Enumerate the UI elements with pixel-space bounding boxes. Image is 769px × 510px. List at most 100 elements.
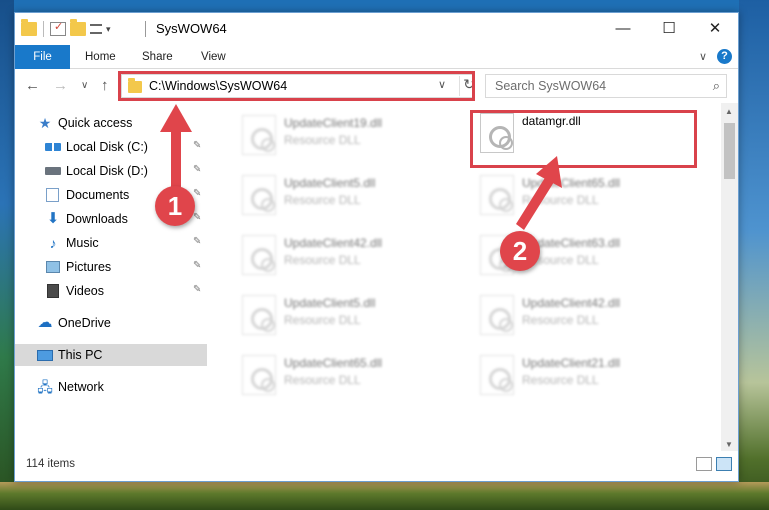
file-type: Resource DLL [284, 253, 361, 267]
vertical-scrollbar[interactable]: ▲ ▼ [721, 103, 738, 453]
sidebar-item-onedrive[interactable]: ☁ OneDrive [15, 312, 207, 334]
dll-file-icon [480, 175, 514, 215]
file-item[interactable]: UpdateClient65.dll Resource DLL [232, 349, 462, 405]
toolbar-divider [43, 21, 44, 37]
search-icon[interactable]: ⌕ [713, 78, 720, 94]
file-item[interactable]: UpdateClient42.dll Resource DLL [232, 229, 462, 285]
tab-home[interactable]: Home [71, 45, 130, 69]
maximize-button[interactable]: ☐ [646, 13, 692, 43]
file-item[interactable]: UpdateClient5.dll Resource DLL [232, 169, 462, 225]
pin-icon[interactable]: ✎ [193, 284, 201, 295]
tab-file[interactable]: File [15, 45, 70, 69]
properties-icon[interactable] [50, 20, 66, 36]
refresh-icon[interactable]: ↻ [459, 76, 475, 96]
file-name: UpdateClient5.dll [284, 296, 376, 310]
new-folder-icon[interactable] [70, 19, 86, 36]
sidebar-item-music[interactable]: ♪ Music ✎ [15, 232, 207, 254]
scroll-down-icon[interactable]: ▼ [725, 440, 733, 449]
file-type: Resource DLL [284, 373, 361, 387]
file-item-datamgr[interactable]: datamgr.dll [470, 107, 700, 163]
item-count: 114 items [26, 458, 76, 470]
search-input[interactable]: Search SysWOW64 [495, 79, 606, 93]
tab-share[interactable]: Share [128, 45, 187, 69]
sidebar-item-quick-access[interactable]: ★ Quick access [15, 112, 207, 134]
address-dropdown-icon[interactable]: ∨ [438, 78, 446, 91]
tab-view[interactable]: View [187, 45, 240, 69]
file-type: Resource DLL [284, 133, 361, 147]
sidebar-item-label: OneDrive [58, 316, 111, 330]
dll-file-icon [242, 235, 276, 275]
dll-file-icon [242, 295, 276, 335]
title-divider [145, 21, 146, 37]
file-type: Resource DLL [284, 193, 361, 207]
videos-icon [47, 284, 59, 298]
file-item[interactable]: UpdateClient42.dll Resource DLL [470, 289, 700, 345]
sidebar-item-local-disk-d[interactable]: Local Disk (D:) ✎ [15, 160, 207, 182]
view-toggle [696, 457, 732, 471]
dll-file-icon [242, 175, 276, 215]
search-box[interactable]: Search SysWOW64 ⌕ [485, 74, 727, 98]
documents-icon [46, 188, 59, 202]
music-icon: ♪ [49, 235, 57, 251]
sidebar-item-label: Pictures [66, 260, 112, 274]
windows-drive-icon [45, 143, 61, 151]
help-icon[interactable]: ? [717, 49, 732, 64]
pin-icon[interactable]: ✎ [193, 260, 201, 271]
address-path[interactable]: C:\Windows\SysWOW64 [149, 79, 287, 93]
sidebar-item-label: Videos [66, 284, 104, 298]
file-name: UpdateClient21.dll [522, 356, 621, 370]
dll-file-icon [480, 355, 514, 395]
file-type: Resource DLL [284, 313, 361, 327]
downloads-icon: ⬇ [46, 210, 60, 227]
status-bar: 114 items [15, 451, 738, 481]
file-type: Resource DLL [522, 193, 599, 207]
file-item[interactable]: UpdateClient5.dll Resource DLL [232, 289, 462, 345]
pin-icon[interactable]: ✎ [193, 164, 201, 175]
sidebar-item-label: Music [66, 236, 99, 250]
recent-locations-button[interactable]: ∨ [81, 80, 88, 91]
details-view-icon[interactable] [696, 457, 712, 471]
folder-icon [21, 19, 37, 36]
file-name: UpdateClient42.dll [284, 236, 383, 250]
address-bar[interactable]: C:\Windows\SysWOW64 ∨ ↻ [121, 74, 475, 98]
pin-icon[interactable]: ✎ [193, 236, 201, 247]
window-controls: — ☐ ✕ [600, 13, 738, 43]
desktop-background-left [0, 0, 14, 510]
star-icon: ★ [38, 115, 52, 131]
onedrive-icon: ☁ [37, 314, 53, 331]
scroll-up-icon[interactable]: ▲ [725, 107, 733, 116]
dll-file-icon [480, 113, 514, 153]
step-1-callout: 1 [155, 186, 195, 226]
sidebar-item-pictures[interactable]: Pictures ✎ [15, 256, 207, 278]
up-button[interactable]: ↑ [101, 77, 109, 94]
large-icons-view-icon[interactable] [716, 457, 732, 471]
close-button[interactable]: ✕ [692, 13, 738, 43]
file-name: UpdateClient42.dll [522, 296, 621, 310]
file-name: UpdateClient5.dll [284, 176, 376, 190]
file-item[interactable]: UpdateClient21.dll Resource DLL [470, 349, 700, 405]
forward-button[interactable]: → [53, 77, 68, 94]
back-button[interactable]: ← [25, 77, 40, 94]
sidebar-item-network[interactable]: 🖧 Network [15, 376, 207, 398]
scrollbar-thumb[interactable] [724, 123, 735, 179]
sidebar-item-this-pc[interactable]: This PC [15, 344, 207, 366]
quick-access-toolbar: ▾ [21, 19, 111, 39]
pictures-icon [46, 261, 60, 273]
sidebar-item-label: Quick access [58, 116, 133, 130]
pin-icon[interactable]: ✎ [193, 140, 201, 151]
file-type: Resource DLL [522, 373, 599, 387]
file-item[interactable]: UpdateClient65.dll Resource DLL [470, 169, 700, 225]
sidebar-item-videos[interactable]: Videos ✎ [15, 280, 207, 302]
sidebar-item-label: Documents [66, 188, 130, 202]
minimize-button[interactable]: — [600, 13, 646, 43]
file-type: Resource DLL [522, 313, 599, 327]
pin-icon[interactable]: ✎ [193, 188, 201, 199]
pin-icon[interactable]: ✎ [193, 212, 201, 223]
file-item[interactable]: UpdateClient19.dll Resource DLL [232, 109, 462, 165]
toolbar-dropdown-icon[interactable]: ▾ [106, 24, 111, 35]
dll-file-icon [242, 115, 276, 155]
expand-ribbon-icon[interactable]: ∨ [699, 50, 707, 63]
navigation-pane: ★ Quick access Local Disk (C:) ✎ Local D… [15, 103, 208, 453]
sidebar-item-local-disk-c[interactable]: Local Disk (C:) ✎ [15, 136, 207, 158]
customize-toolbar-icon[interactable] [90, 24, 102, 34]
